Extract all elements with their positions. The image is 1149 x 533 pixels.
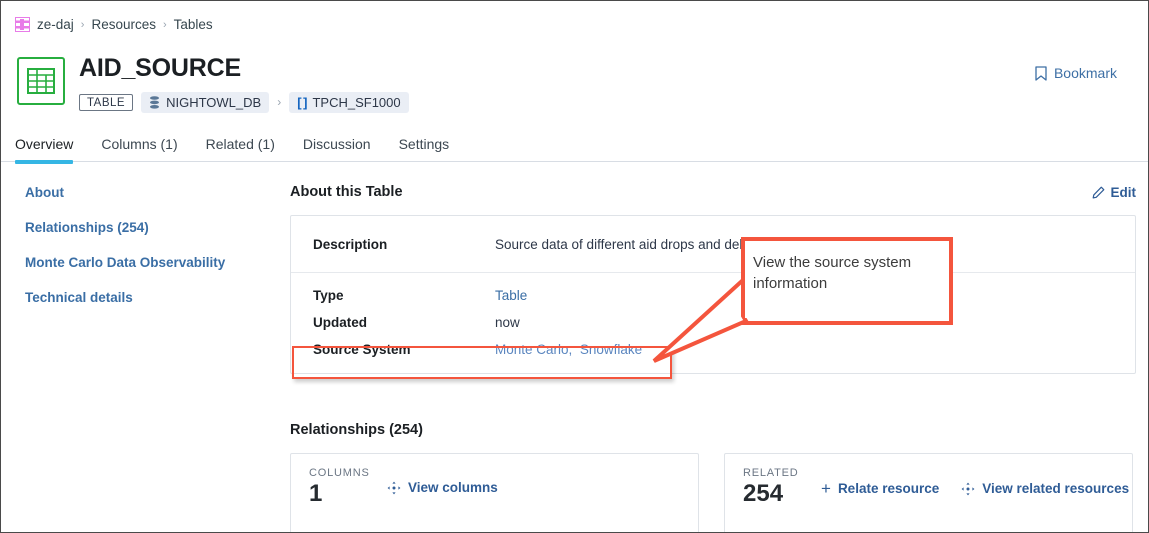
sidebar-item-relationships[interactable]: Relationships (254) — [25, 220, 265, 235]
page-header: AID_SOURCE TABLE NIGHTOWL_DB › [ ] TPCH_… — [79, 54, 409, 113]
info-row-type: Type Table — [291, 273, 1135, 309]
bookmark-button[interactable]: Bookmark — [1035, 65, 1117, 81]
lineage-icon — [961, 482, 975, 495]
database-icon — [150, 95, 160, 109]
sidebar-item-about[interactable]: About — [25, 185, 265, 200]
columns-count: 1 — [309, 480, 323, 507]
schema-chip[interactable]: [ ] TPCH_SF1000 — [289, 91, 409, 113]
breadcrumb: ze-daj › Resources › Tables — [15, 17, 213, 32]
about-section-header: About this Table Edit — [290, 184, 1136, 200]
lineage-icon — [387, 481, 401, 494]
view-related-resources-button[interactable]: View related resources — [961, 481, 1129, 496]
tab-overview[interactable]: Overview — [15, 136, 87, 164]
related-count: 254 — [743, 480, 784, 507]
columns-caption: COLUMNS — [309, 467, 370, 479]
schema-name: TPCH_SF1000 — [312, 94, 401, 110]
table-grid-icon — [27, 68, 55, 94]
description-label: Description — [313, 236, 388, 252]
info-row-updated: Updated now — [291, 309, 1135, 336]
source-system-link-snowflake[interactable]: Snowflake — [580, 342, 642, 357]
database-chip[interactable]: NIGHTOWL_DB — [141, 91, 270, 113]
table-icon — [17, 57, 65, 105]
type-label: Type — [313, 288, 344, 303]
side-nav: About Relationships (254) Monte Carlo Da… — [25, 185, 265, 325]
columns-stat: COLUMNS 1 — [309, 467, 379, 507]
pencil-icon — [1092, 186, 1104, 198]
breadcrumb-item-tables[interactable]: Tables — [174, 17, 213, 32]
relationship-cards: COLUMNS 1 View columns RELATED 254 + Rel… — [290, 453, 1133, 532]
about-section-title: About this Table — [290, 184, 403, 200]
info-row-source-system: Source System Monte Carlo, Snowflake — [291, 336, 1135, 373]
breadcrumb-item-workspace[interactable]: ze-daj — [37, 17, 74, 32]
chip-separator-icon: › — [277, 95, 282, 109]
columns-card-actions: View columns — [387, 467, 498, 495]
related-card-actions: + Relate resource View related resources — [821, 467, 1129, 497]
bookmark-icon — [1035, 65, 1047, 81]
breadcrumb-item-resources[interactable]: Resources — [91, 17, 156, 32]
relate-resource-button[interactable]: + Relate resource — [821, 480, 939, 497]
schema-bracket-icon: [ ] — [297, 94, 307, 110]
resource-meta-row: TABLE NIGHTOWL_DB › [ ] TPCH_SF1000 — [79, 91, 409, 113]
source-system-comma: , — [568, 342, 580, 357]
sidebar-item-technical-details[interactable]: Technical details — [25, 290, 265, 305]
edit-button[interactable]: Edit — [1092, 184, 1137, 200]
type-value-link[interactable]: Table — [495, 288, 527, 303]
sidebar-item-monte-carlo-data-observability[interactable]: Monte Carlo Data Observability — [25, 255, 265, 270]
updated-label: Updated — [313, 315, 367, 330]
updated-value: now — [495, 315, 520, 330]
database-name: NIGHTOWL_DB — [166, 94, 262, 110]
workspace-logo-icon — [15, 17, 30, 32]
breadcrumb-separator-icon: › — [80, 18, 85, 31]
resource-type-tag: TABLE — [79, 93, 134, 111]
edit-label: Edit — [1110, 184, 1137, 200]
tab-related[interactable]: Related (1) — [192, 136, 289, 161]
app-window: ze-daj › Resources › Tables AID_SOURCE T… — [0, 0, 1149, 533]
info-row-description: Description Source data of different aid… — [291, 216, 1135, 273]
tab-settings[interactable]: Settings — [385, 136, 464, 161]
breadcrumb-separator-icon: › — [162, 18, 167, 31]
columns-stat-card: COLUMNS 1 View columns — [290, 453, 699, 532]
related-caption: RELATED — [743, 467, 799, 479]
about-section: About this Table Edit Description Source… — [290, 184, 1136, 374]
relate-resource-label: Relate resource — [837, 481, 940, 496]
tab-columns[interactable]: Columns (1) — [87, 136, 191, 161]
source-system-label: Source System — [313, 342, 411, 357]
view-columns-label: View columns — [408, 480, 498, 495]
description-value: Source data of different aid drops and d… — [495, 236, 782, 252]
source-system-values: Monte Carlo, Snowflake — [495, 342, 642, 357]
related-stat: RELATED 254 — [743, 467, 813, 507]
relationships-section-title: Relationships (254) — [290, 422, 423, 438]
view-related-resources-label: View related resources — [982, 481, 1130, 496]
about-info-card: Description Source data of different aid… — [290, 215, 1136, 374]
tab-bar: Overview Columns (1) Related (1) Discuss… — [1, 129, 1148, 164]
source-system-link-monte-carlo[interactable]: Monte Carlo — [495, 342, 569, 357]
view-columns-button[interactable]: View columns — [387, 480, 498, 495]
plus-icon: + — [821, 479, 831, 498]
bookmark-label: Bookmark — [1053, 65, 1117, 81]
page-title: AID_SOURCE — [79, 54, 241, 82]
tab-discussion[interactable]: Discussion — [289, 136, 385, 161]
related-stat-card: RELATED 254 + Relate resource View relat… — [724, 453, 1133, 532]
